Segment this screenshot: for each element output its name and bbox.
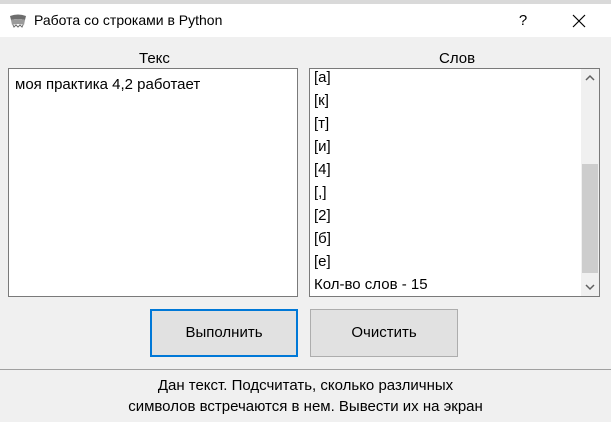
task-description: Дан текст. Подсчитать, сколько различных… (0, 375, 611, 417)
scroll-down-arrow-icon[interactable] (581, 278, 599, 296)
words-list: [а] [к] [т] [и] [4] [,] [2] [б] [е] Кол-во слов -… (314, 69, 574, 296)
app-window: Работа со строками в Python ? Текс Слов … (0, 0, 611, 422)
app-feather-icon (10, 14, 26, 28)
text-input-value: моя практика 4,2 работает (15, 76, 201, 93)
window-title: Работа со строками в Python (34, 12, 223, 28)
words-scrollbar[interactable] (581, 69, 599, 296)
close-icon[interactable] (562, 8, 596, 34)
run-button[interactable]: Выполнить (150, 309, 298, 357)
list-item[interactable]: [,] (314, 181, 574, 204)
list-item[interactable]: [е] (314, 250, 574, 273)
list-item[interactable]: [а] (314, 69, 574, 89)
scrollbar-thumb[interactable] (582, 164, 598, 273)
list-item[interactable]: [б] (314, 227, 574, 250)
words-panel-label: Слов (439, 50, 476, 67)
list-item[interactable]: Кол-во слов - 15 (314, 273, 574, 296)
clear-button[interactable]: Очистить (310, 309, 458, 357)
list-item[interactable]: [2] (314, 204, 574, 227)
list-item[interactable]: [4] (314, 158, 574, 181)
separator-line (0, 369, 611, 370)
title-bar[interactable]: Работа со строками в Python ? (0, 4, 611, 37)
task-description-line-2: символов встречаются в нем. Вывести их н… (128, 398, 483, 415)
client-area: Текс Слов моя практика 4,2 работает [а][… (0, 37, 611, 422)
task-description-line-1: Дан текст. Подсчитать, сколько различных (157, 377, 454, 394)
text-panel-label: Текс (139, 50, 170, 67)
list-item[interactable]: [и] (314, 135, 574, 158)
scroll-up-arrow-icon[interactable] (581, 69, 599, 87)
list-item[interactable]: [т] (314, 112, 574, 135)
help-button[interactable]: ? (507, 8, 539, 34)
words-listbox[interactable]: [а] [к] [т] [и] [4] [,] [2] [б] [е] Кол-во слов -… (309, 68, 600, 297)
list-item[interactable]: [к] (314, 89, 574, 112)
text-input-area[interactable]: моя практика 4,2 работает (8, 68, 298, 297)
